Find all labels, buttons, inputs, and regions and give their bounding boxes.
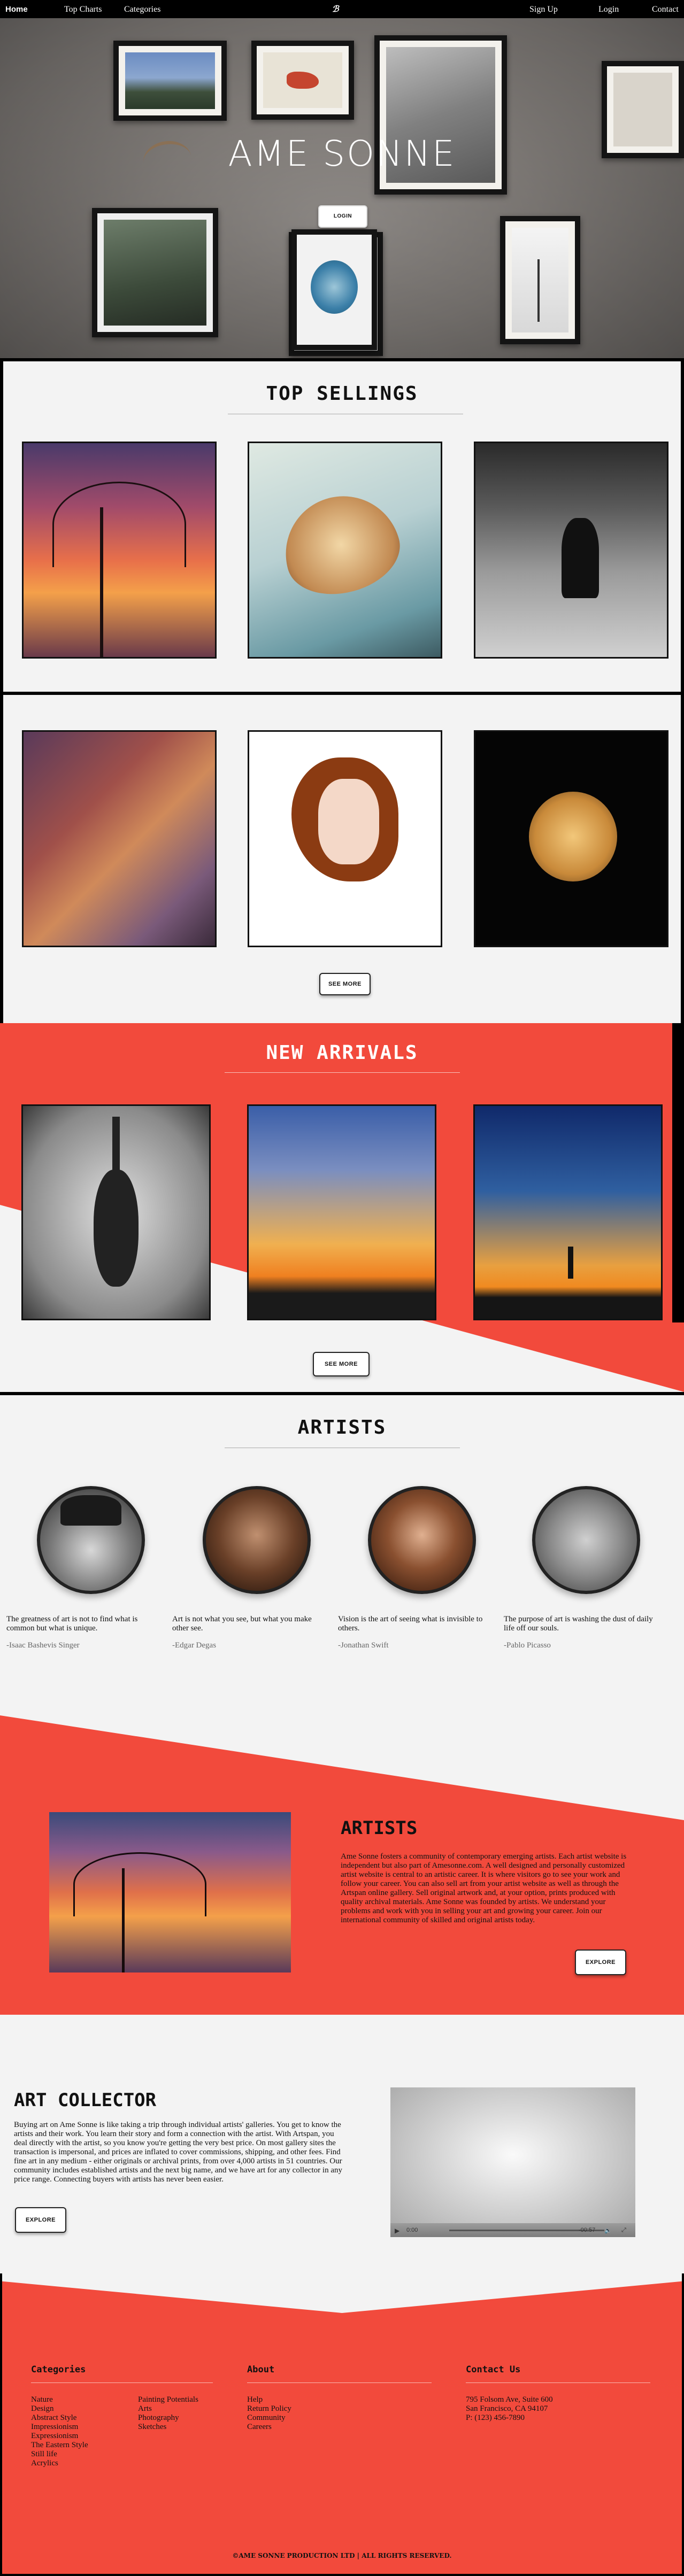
- hero-frame-landscape: [113, 41, 227, 121]
- artwork-sunset-tree[interactable]: [22, 442, 217, 659]
- nav-top-charts-link[interactable]: Top Charts: [64, 5, 102, 14]
- feature-explore-button[interactable]: EXPLORE: [575, 1950, 626, 1975]
- footer-link[interactable]: Help: [247, 2395, 291, 2404]
- artist-portrait-picasso[interactable]: [532, 1486, 640, 1594]
- collector-body: Buying art on Ame Sonne is like taking a…: [14, 2121, 342, 2184]
- artwork-dried-rose[interactable]: [474, 730, 668, 947]
- hero-frame-dark: [92, 208, 218, 337]
- artwork-cello[interactable]: [21, 1104, 211, 1320]
- footer-link[interactable]: Still life: [31, 2450, 88, 2459]
- address-line: 795 Folsom Ave, Suite 600: [466, 2395, 553, 2404]
- hero-frame-fox: [251, 41, 354, 120]
- hero-frame-tree: [500, 216, 580, 344]
- play-icon[interactable]: ▶: [395, 2227, 399, 2234]
- footer-link[interactable]: Photography: [138, 2413, 198, 2423]
- footer-link[interactable]: Abstract Style: [31, 2413, 88, 2423]
- artist-portrait-degas[interactable]: [203, 1486, 311, 1594]
- feature-heading: ARTISTS: [341, 1817, 418, 1839]
- nav-login-link[interactable]: Login: [598, 5, 619, 14]
- art-collector-section: ART COLLECTOR Buying art on Ame Sonne is…: [0, 2015, 684, 2273]
- site-footer: Categories Nature Design Abstract Style …: [0, 2273, 684, 2576]
- feature-artwork-sunset-tree: [49, 1812, 291, 1972]
- artist-quote-1: The greatness of art is not to find what…: [6, 1615, 138, 1633]
- footer-about-list: Help Return Policy Community Careers: [247, 2395, 291, 2432]
- footer-contact-heading: Contact Us: [466, 2364, 521, 2375]
- nav-categories-link[interactable]: Categories: [124, 5, 160, 14]
- time-current: 0:00: [406, 2227, 418, 2233]
- artist-author-3: -Jonathan Swift: [338, 1641, 389, 1650]
- new-arrivals-see-more-button[interactable]: SEE MORE: [313, 1352, 370, 1376]
- phone-line: P: (123) 456-7890: [466, 2413, 525, 2422]
- artwork-children-road[interactable]: [474, 442, 668, 659]
- top-sellings-see-more-button[interactable]: SEE MORE: [319, 973, 371, 995]
- hero-login-button[interactable]: LOGIN: [318, 205, 367, 228]
- artists-quotes-section: ARTISTS The greatness of art is not to f…: [0, 1392, 684, 1670]
- footer-about-heading: About: [247, 2364, 275, 2375]
- footer-link[interactable]: Painting Potentials: [138, 2395, 198, 2404]
- site-logo[interactable]: ℬ: [332, 4, 339, 14]
- footer-link[interactable]: Community: [247, 2413, 291, 2423]
- artist-author-1: -Isaac Bashevis Singer: [6, 1641, 80, 1650]
- artist-author-4: -Pablo Picasso: [504, 1641, 551, 1650]
- artwork-wooden-hearts[interactable]: [248, 442, 442, 659]
- footer-link[interactable]: Expressionism: [31, 2432, 88, 2441]
- footer-address: 795 Folsom Ave, Suite 600 San Francisco,…: [466, 2395, 553, 2423]
- footer-link[interactable]: The Eastern Style: [31, 2441, 88, 2450]
- artist-portrait-singer[interactable]: [37, 1486, 145, 1594]
- nav-sign-up-link[interactable]: Sign Up: [529, 5, 558, 14]
- footer-link[interactable]: Careers: [247, 2423, 291, 2432]
- footer-categories-heading: Categories: [31, 2364, 86, 2375]
- copyright: ©AME SONNE PRODUCTION LTD | ALL RIGHTS R…: [232, 2552, 452, 2559]
- artists-heading: ARTISTS: [297, 1417, 387, 1438]
- artist-quote-3: Vision is the art of seeing what is invi…: [338, 1615, 483, 1633]
- artist-quote-2: Art is not what you see, but what you ma…: [172, 1615, 312, 1633]
- time-remaining: -00:57: [579, 2227, 596, 2233]
- artwork-girl-silhouette[interactable]: [473, 1104, 663, 1320]
- footer-categories-list-2: Painting Potentials Arts Photography Ske…: [138, 2395, 198, 2432]
- volume-icon[interactable]: 🔈: [604, 2227, 612, 2234]
- footer-link[interactable]: Design: [31, 2404, 88, 2413]
- artist-quote-4: The purpose of art is washing the dust o…: [504, 1615, 653, 1633]
- top-sellings-section: TOP SELLINGS: [0, 358, 684, 692]
- nav-contact-link[interactable]: Contact: [652, 5, 679, 14]
- artists-feature-section: ARTISTS Ame Sonne fosters a community of…: [0, 1670, 684, 2015]
- footer-link[interactable]: Return Policy: [247, 2404, 291, 2413]
- footer-link[interactable]: Acrylics: [31, 2459, 88, 2468]
- footer-link[interactable]: Impressionism: [31, 2423, 88, 2432]
- footer-categories-list-1: Nature Design Abstract Style Impressioni…: [31, 2395, 88, 2468]
- collector-heading: ART COLLECTOR: [14, 2090, 157, 2111]
- hero-frame-circle: [291, 229, 377, 350]
- video-player[interactable]: ▶ 0:00 -00:57 🔈 ⤢: [390, 2087, 635, 2237]
- video-controls: ▶ 0:00 -00:57 🔈 ⤢: [390, 2223, 635, 2237]
- top-sellings-section-row2: SEE MORE: [0, 692, 684, 1023]
- artist-author-2: -Edgar Degas: [172, 1641, 217, 1650]
- footer-link[interactable]: Nature: [31, 2395, 88, 2404]
- new-arrivals-section: NEW ARRIVALS SEE MORE: [0, 1023, 684, 1392]
- footer-link[interactable]: Sketches: [138, 2423, 198, 2432]
- artist-portrait-swift[interactable]: [368, 1486, 476, 1594]
- hero-banner: AME SONNE LOGIN: [0, 18, 684, 358]
- feature-body: Ame Sonne fosters a community of contemp…: [341, 1852, 627, 1924]
- top-sellings-heading: TOP SELLINGS: [266, 383, 418, 405]
- hero-title: AME SONNE: [228, 133, 456, 174]
- footer-link[interactable]: Arts: [138, 2404, 198, 2413]
- fullscreen-icon[interactable]: ⤢: [621, 2227, 626, 2234]
- address-line: San Francisco, CA 94107: [466, 2404, 548, 2413]
- artwork-girl-illustration[interactable]: [248, 730, 442, 947]
- artwork-autumn-leaves[interactable]: [22, 730, 217, 947]
- new-arrivals-heading: NEW ARRIVALS: [266, 1042, 418, 1064]
- collector-explore-button[interactable]: EXPLORE: [15, 2207, 66, 2233]
- artwork-birds-sunset[interactable]: [247, 1104, 436, 1320]
- top-nav: Home Top Charts Categories ℬ Sign Up Log…: [0, 0, 684, 18]
- nav-home-link[interactable]: Home: [5, 5, 28, 14]
